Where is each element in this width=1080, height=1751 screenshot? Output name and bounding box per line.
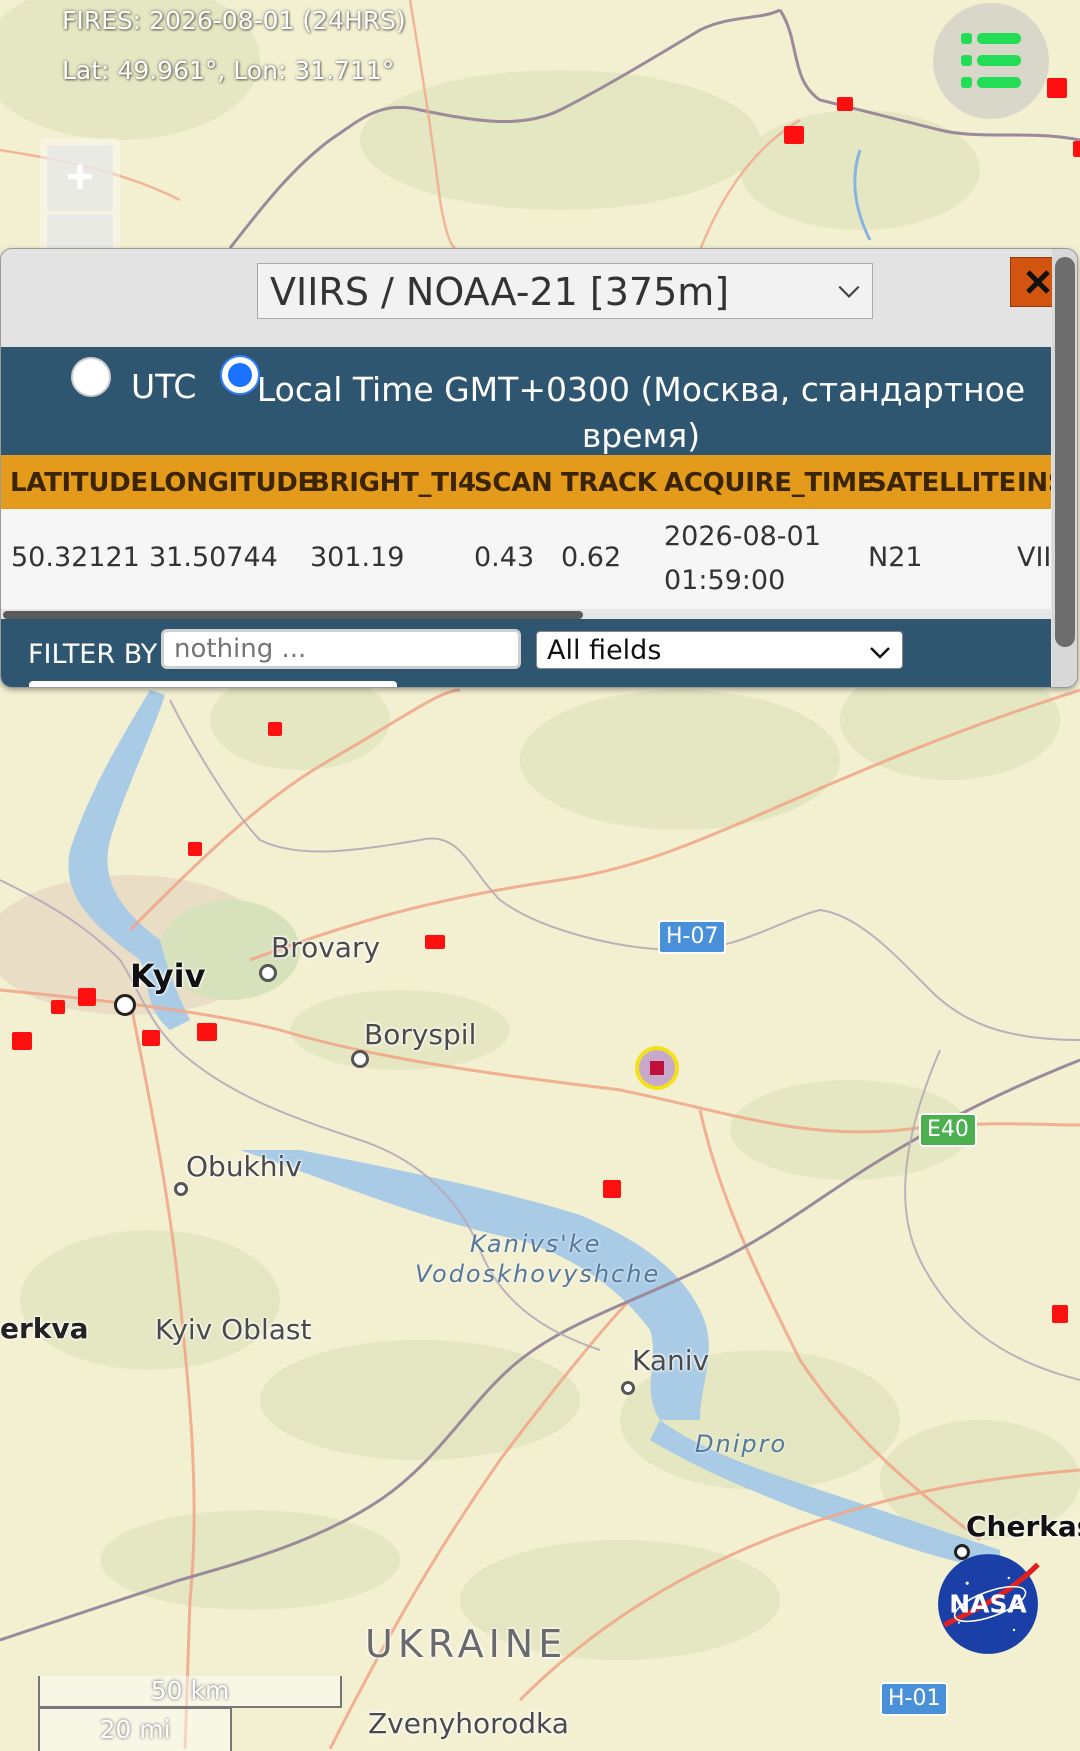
time-zone-selector: UTC Local Time GMT+0300 (Москва, стандар… — [1, 347, 1051, 455]
table-row[interactable]: 50.32121 31.50744 301.19 0.43 0.62 2026-… — [1, 509, 1051, 609]
chevron-down-icon — [870, 647, 890, 659]
cell-bright-ti4: 301.19 — [310, 542, 405, 573]
city-label-obukhiv: Obukhiv — [186, 1150, 302, 1183]
filter-field-select-value: All fields — [547, 635, 662, 666]
fire-info-panel: VIIRS / NOAA-21 [375m] UTC Local Time GM… — [0, 248, 1078, 688]
vertical-scrollbar-thumb[interactable] — [1055, 257, 1075, 647]
cell-acquire-date: 2026-08-01 — [664, 521, 821, 552]
city-label-boryspil: Boryspil — [364, 1018, 477, 1051]
city-label-zvenyhorodka: Zvenyhorodka — [368, 1707, 569, 1740]
water-label-reservoir-2: Vodoskhovyshche — [415, 1260, 661, 1288]
cell-satellite: N21 — [868, 542, 923, 573]
road-shield-h01: H-01 — [880, 1682, 949, 1716]
column-header[interactable]: SCAN — [474, 468, 553, 498]
cursor-coordinates: Lat: 49.961°, Lon: 31.711° — [62, 56, 395, 85]
svg-text:NASA: NASA — [949, 1589, 1027, 1618]
filter-bar: FILTER BY All fields — [1, 619, 1051, 687]
local-time-radio-label: Local Time GMT+0300 (Москва, стандартное… — [256, 370, 1026, 455]
fire-marker[interactable] — [837, 97, 853, 111]
zoom-in-button[interactable]: + — [47, 145, 113, 211]
close-icon — [1026, 270, 1050, 294]
fire-marker[interactable] — [51, 1000, 65, 1014]
city-marker-kaniv — [621, 1381, 635, 1395]
column-header[interactable]: LATITUDE — [10, 468, 148, 498]
scale-bar-km: 50 km — [38, 1676, 342, 1708]
city-label-cherkasy: Cherkasy — [966, 1510, 1080, 1543]
city-label-brovary: Brovary — [271, 931, 381, 964]
scale-bar-mi: 20 mi — [38, 1707, 232, 1751]
city-marker-boryspil — [351, 1050, 369, 1068]
fire-marker[interactable] — [784, 126, 804, 144]
nasa-logo: NASA — [938, 1554, 1040, 1654]
cell-instrument: VII — [1017, 542, 1051, 573]
column-header[interactable]: SATELLITE — [868, 468, 1016, 498]
utc-radio[interactable] — [71, 357, 111, 397]
fire-marker[interactable] — [142, 1030, 160, 1046]
column-header[interactable]: INS — [1017, 468, 1051, 498]
column-header[interactable]: BRIGHT_TI4 — [310, 468, 476, 498]
table-header-row: LATITUDE LONGITUDE BRIGHT_TI4 SCAN TRACK… — [1, 455, 1051, 509]
country-label: UKRAINE — [365, 1622, 568, 1666]
road-shield-h07: H-07 — [658, 920, 727, 954]
menu-button[interactable] — [933, 3, 1049, 119]
city-marker-kyiv — [114, 994, 136, 1016]
horizontal-scrollbar-thumb[interactable] — [3, 611, 583, 619]
filter-label: FILTER BY — [28, 639, 158, 670]
chevron-down-icon — [838, 285, 860, 298]
cell-longitude: 31.50744 — [149, 542, 278, 573]
fire-marker[interactable] — [1052, 1305, 1068, 1323]
cell-acquire-time: 01:59:00 — [664, 565, 786, 596]
city-label-kyiv: Kyiv — [130, 957, 206, 995]
satellite-select[interactable]: VIIRS / NOAA-21 [375m] — [257, 263, 873, 319]
city-label-kaniv: Kaniv — [632, 1344, 710, 1377]
satellite-select-value: VIIRS / NOAA-21 [375m] — [270, 270, 730, 314]
filter-input[interactable] — [161, 629, 521, 669]
fire-marker[interactable] — [197, 1023, 217, 1041]
utc-radio-label: UTC — [131, 367, 197, 406]
fire-marker[interactable] — [268, 722, 282, 736]
selected-fire-marker[interactable] — [635, 1046, 679, 1090]
fires-date-title: FIRES: 2026-08-01 (24HRS) — [62, 6, 406, 35]
fire-marker[interactable] — [188, 842, 202, 856]
fire-marker[interactable] — [78, 988, 96, 1006]
city-marker-obukhiv — [174, 1182, 188, 1196]
secondary-filter-select[interactable] — [29, 681, 397, 687]
column-header[interactable]: ACQUIRE_TIME — [664, 468, 875, 498]
filter-field-select[interactable]: All fields — [536, 631, 903, 669]
cell-scan: 0.43 — [474, 542, 535, 573]
road-shield-e40: E40 — [919, 1113, 977, 1147]
fire-marker[interactable] — [1047, 78, 1067, 98]
cell-latitude: 50.32121 — [11, 542, 140, 573]
fire-marker[interactable] — [603, 1180, 621, 1198]
fire-marker[interactable] — [425, 935, 445, 949]
region-label-kyiv-oblast: Kyiv Oblast — [155, 1313, 312, 1346]
city-label-bila-tserkva: erkva — [0, 1312, 89, 1345]
fire-marker[interactable] — [1073, 141, 1080, 157]
water-label-reservoir: Kanivs'ke — [470, 1230, 602, 1258]
cell-track: 0.62 — [561, 542, 622, 573]
water-label-dnipro: Dnipro — [695, 1430, 788, 1458]
column-header[interactable]: LONGITUDE — [149, 468, 315, 498]
fire-marker[interactable] — [12, 1032, 32, 1050]
city-marker-brovary — [259, 964, 277, 982]
column-header[interactable]: TRACK — [561, 468, 657, 498]
